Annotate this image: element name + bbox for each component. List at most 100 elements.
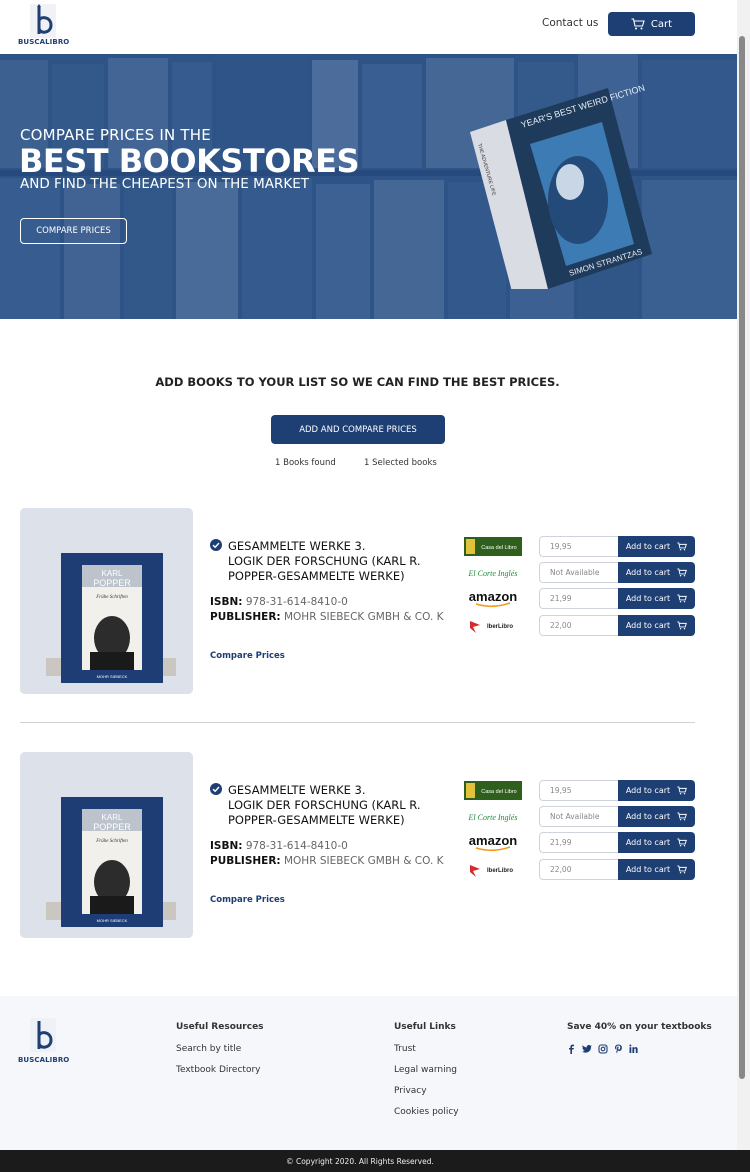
scrollbar-thumb[interactable] — [739, 36, 745, 1079]
add-to-cart-button[interactable]: Add to cart — [618, 832, 695, 853]
add-to-cart-label: Add to cart — [625, 786, 671, 795]
isbn-value: 978-31-614-8410-0 — [245, 840, 348, 852]
footer-link-legal-warning[interactable]: Legal warning — [394, 1065, 459, 1075]
add-to-cart-button[interactable]: Add to cart — [618, 615, 695, 636]
compare-prices-link[interactable]: Compare Prices — [210, 895, 285, 905]
store-name: amazon — [469, 833, 517, 848]
book-title-line1: GESAMMELTE WERKE 3. — [228, 783, 366, 797]
price-field: 21,99 — [539, 588, 619, 609]
footer-promo-heading: Save 40% on your textbooks — [567, 1022, 712, 1032]
add-to-cart-label: Add to cart — [625, 621, 671, 630]
price-field: 19,95 — [539, 780, 619, 801]
cart-icon — [677, 542, 688, 551]
logo-text: BUSCALIBRO — [18, 38, 70, 46]
store-row-casa-del-libro: Casa del Libro 19,95 Add to cart — [463, 536, 695, 557]
cart-icon — [677, 812, 688, 821]
footer-link-cookies-policy[interactable]: Cookies policy — [394, 1107, 459, 1117]
cover-author-last: POPPER — [93, 578, 131, 588]
site-header: BUSCALIBRO Contact us Cart — [0, 0, 750, 54]
store-row-iberlibro: IberLibro 22,00 Add to cart — [463, 615, 695, 636]
cart-button[interactable]: Cart — [608, 12, 695, 36]
linkedin-icon[interactable] — [629, 1044, 638, 1054]
el-corte-ingles-logo: El Corte Inglés — [463, 806, 523, 827]
add-to-cart-label: Add to cart — [625, 812, 671, 821]
footer-promo-column: Save 40% on your textbooks — [567, 1022, 712, 1044]
site-footer: BUSCALIBRO Useful Resources Search by ti… — [0, 996, 737, 1150]
add-to-cart-button[interactable]: Add to cart — [618, 562, 695, 583]
amazon-logo: amazon — [463, 832, 523, 853]
publisher-value: MOHR SIEBECK GMBH & CO. K — [283, 855, 444, 867]
store-name: amazon — [469, 589, 517, 604]
store-row-el-corte-ingles: El Corte Inglés Not Available Add to car… — [463, 562, 695, 583]
hero-banner: COMPARE PRICES IN THE BEST BOOKSTORES AN… — [0, 54, 750, 319]
book-title-line3: POPPER-GESAMMELTE WERKE) — [228, 569, 405, 583]
footer-logo[interactable]: BUSCALIBRO — [18, 1018, 70, 1066]
footer-resources-column: Useful Resources Search by title Textboo… — [176, 1022, 264, 1086]
verified-check-icon — [210, 783, 222, 795]
add-to-cart-label: Add to cart — [625, 594, 671, 603]
footer-link-trust[interactable]: Trust — [394, 1044, 459, 1054]
book-cover-image: KARL POPPER Frühe Schriften MOHR SIEBECK — [20, 752, 193, 938]
add-to-cart-button[interactable]: Add to cart — [618, 536, 695, 557]
add-to-cart-button[interactable]: Add to cart — [618, 780, 695, 801]
footer-logo-text: BUSCALIBRO — [18, 1056, 70, 1064]
pinterest-icon[interactable] — [614, 1044, 623, 1054]
book-cover[interactable]: KARL POPPER Frühe Schriften MOHR SIEBECK — [20, 752, 193, 938]
copyright-bar: © Copyright 2020. All Rights Reserved. — [0, 1150, 750, 1172]
isbn-label: ISBN: — [210, 596, 243, 608]
selected-books-count: 1 Selected books — [364, 458, 437, 468]
hero-book-image: YEAR'S BEST WEIRD FICTION SIMON STRANTZA… — [470, 84, 652, 289]
book-cover[interactable]: KARL POPPER Frühe Schriften MOHR SIEBECK — [20, 508, 193, 694]
book-title[interactable]: GESAMMELTE WERKE 3. LOGIK DER FORSCHUNG … — [228, 783, 463, 828]
book-publisher: PUBLISHER: MOHR SIEBECK GMBH & CO. K — [210, 611, 444, 623]
cart-icon — [677, 865, 688, 874]
footer-link-textbook-directory[interactable]: Textbook Directory — [176, 1065, 264, 1075]
facebook-icon[interactable] — [567, 1044, 576, 1054]
search-tagline: ADD BOOKS TO YOUR LIST SO WE CAN FIND TH… — [155, 375, 560, 389]
iberlibro-logo: IberLibro — [463, 615, 523, 636]
footer-link-privacy[interactable]: Privacy — [394, 1086, 459, 1096]
twitter-icon[interactable] — [582, 1044, 592, 1054]
contact-us-link[interactable]: Contact us — [542, 17, 598, 29]
footer-links-heading: Useful Links — [394, 1022, 456, 1032]
iberlibro-logo: IberLibro — [463, 859, 523, 880]
price-field: 22,00 — [539, 615, 619, 636]
add-to-cart-label: Add to cart — [625, 838, 671, 847]
footer-links-column: Useful Links Trust Legal warning Privacy… — [394, 1022, 459, 1128]
logo-mark-icon — [30, 1018, 56, 1052]
cart-icon — [677, 838, 688, 847]
book-isbn: ISBN: 978-31-614-8410-0 — [210, 596, 348, 608]
price-field: 22,00 — [539, 859, 619, 880]
store-row-iberlibro: IberLibro 22,00 Add to cart — [463, 859, 695, 880]
store-row-amazon: amazon 21,99 Add to cart — [463, 588, 695, 609]
footer-link-search-by-title[interactable]: Search by title — [176, 1044, 264, 1054]
logo-mark-icon — [30, 4, 56, 38]
add-to-cart-button[interactable]: Add to cart — [618, 806, 695, 827]
site-logo[interactable]: BUSCALIBRO — [18, 4, 70, 48]
cart-icon — [677, 621, 688, 630]
book-title-line2: LOGIK DER FORSCHUNG (KARL R. — [228, 554, 421, 568]
store-name: El Corte Inglés — [468, 569, 518, 578]
hero-compare-prices-button[interactable]: COMPARE PRICES — [20, 218, 127, 244]
store-name: IberLibro — [487, 624, 513, 630]
store-name: IberLibro — [487, 868, 513, 874]
add-and-compare-button[interactable]: ADD AND COMPARE PRICES — [271, 415, 445, 444]
add-to-cart-label: Add to cart — [625, 542, 671, 551]
results-divider — [20, 722, 695, 723]
compare-prices-link[interactable]: Compare Prices — [210, 651, 285, 661]
price-field: 19,95 — [539, 536, 619, 557]
hero-heading-main: BEST BOOKSTORES — [19, 142, 359, 180]
book-title[interactable]: GESAMMELTE WERKE 3. LOGIK DER FORSCHUNG … — [228, 539, 463, 584]
social-links — [567, 1044, 638, 1054]
add-to-cart-button[interactable]: Add to cart — [618, 859, 695, 880]
book-result-card: KARL POPPER Frühe Schriften MOHR SIEBECK… — [20, 752, 695, 938]
price-field: 21,99 — [539, 832, 619, 853]
store-name: El Corte Inglés — [468, 813, 518, 822]
casa-del-libro-logo: Casa del Libro — [463, 536, 523, 557]
cover-publisher: MOHR SIEBECK — [97, 674, 128, 679]
publisher-label: PUBLISHER: — [210, 855, 281, 867]
add-to-cart-button[interactable]: Add to cart — [618, 588, 695, 609]
isbn-value: 978-31-614-8410-0 — [245, 596, 348, 608]
book-title-line2: LOGIK DER FORSCHUNG (KARL R. — [228, 798, 421, 812]
instagram-icon[interactable] — [598, 1044, 608, 1054]
